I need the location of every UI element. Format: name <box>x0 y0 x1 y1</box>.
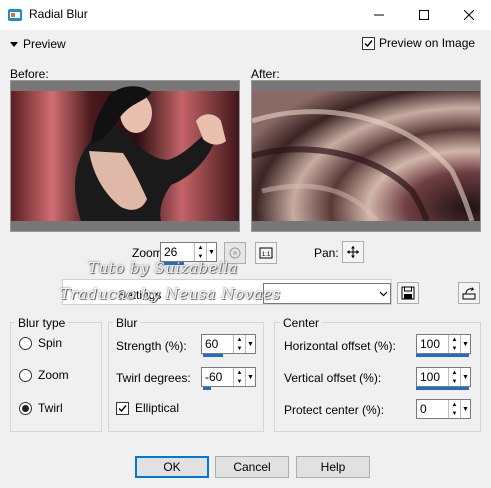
checkbox-box <box>362 36 375 50</box>
before-preview[interactable] <box>10 80 240 232</box>
preset-open-icon <box>462 287 476 300</box>
radio-twirl[interactable]: Twirl <box>19 401 63 415</box>
maximize-button[interactable] <box>401 0 446 30</box>
spin-down-icon[interactable]: ▼ <box>234 344 245 353</box>
caret-down-icon <box>10 41 18 47</box>
strength-value: 60 <box>205 337 219 351</box>
strength-spinbox[interactable]: 60 ▲ ▼ ▼ <box>201 334 256 354</box>
title-bar: Radial Blur <box>0 0 491 30</box>
after-preview <box>251 80 481 232</box>
help-button[interactable]: Help <box>296 456 370 478</box>
pan-move-icon <box>347 246 359 258</box>
h-offset-slider[interactable] <box>416 354 469 357</box>
spin-up-icon[interactable]: ▲ <box>195 243 206 252</box>
eye-icon <box>229 247 241 259</box>
radio-zoom-label: Zoom <box>38 368 69 382</box>
fit-icon: 1:1 <box>259 247 273 259</box>
strength-label: Strength (%): <box>116 339 187 353</box>
radio-spin-label: Spin <box>38 336 63 350</box>
maximize-icon <box>418 10 429 20</box>
checkbox-box <box>116 401 129 415</box>
elliptical-checkbox[interactable]: Elliptical <box>116 401 179 415</box>
radio-zoom[interactable]: Zoom <box>19 368 69 382</box>
twirl-slider[interactable] <box>203 387 211 390</box>
v-offset-slider[interactable] <box>416 387 469 390</box>
spin-up-icon[interactable]: ▲ <box>449 335 460 344</box>
spin-up-icon[interactable]: ▲ <box>449 368 460 377</box>
h-offset-value: 100 <box>420 337 441 351</box>
h-offset-label: Horizontal offset (%): <box>284 339 396 353</box>
window-title: Radial Blur <box>29 7 88 21</box>
twirl-spinbox[interactable]: -60 ▲ ▼ ▼ <box>201 367 256 387</box>
protect-center-control: 0 ▲ ▼ ▼ <box>416 399 471 419</box>
v-offset-spinbox[interactable]: 100 ▲ ▼ ▼ <box>416 367 471 387</box>
protect-center-value: 0 <box>420 402 427 416</box>
check-icon <box>118 404 127 412</box>
save-preset-button[interactable] <box>397 282 419 304</box>
zoom-fit-button[interactable]: 1:1 <box>255 242 277 264</box>
open-preset-button[interactable] <box>458 282 480 304</box>
radio-selected-dot <box>22 404 29 412</box>
radio-twirl-button <box>19 401 32 415</box>
spin-dropdown-icon[interactable]: ▼ <box>460 335 470 353</box>
h-offset-spinbox[interactable]: 100 ▲ ▼ ▼ <box>416 334 471 354</box>
app-icon <box>8 9 22 21</box>
spin-down-icon[interactable]: ▼ <box>449 409 460 418</box>
after-image <box>251 81 480 231</box>
spin-down-icon[interactable]: ▼ <box>449 377 460 386</box>
pan-button[interactable] <box>342 241 364 263</box>
twirl-value: -60 <box>205 370 223 384</box>
preview-toggle[interactable]: Preview <box>10 37 66 51</box>
radio-zoom-button <box>19 368 32 382</box>
radio-spin[interactable]: Spin <box>19 336 62 350</box>
spin-down-icon[interactable]: ▼ <box>234 377 245 386</box>
center-title: Center <box>280 316 323 330</box>
preview-label: Preview <box>23 37 66 51</box>
cancel-button[interactable]: Cancel <box>215 456 289 478</box>
radio-spin-button <box>19 336 32 350</box>
spin-dropdown-icon[interactable]: ▼ <box>460 368 470 386</box>
minimize-button[interactable] <box>356 0 401 30</box>
watermark-line-2: Traducao by Neusa Novaes <box>60 285 281 303</box>
elliptical-label: Elliptical <box>135 401 180 415</box>
strength-control: 60 ▲ ▼ ▼ <box>201 334 256 357</box>
settings-dropdown[interactable] <box>263 283 391 304</box>
minimize-icon <box>373 14 384 16</box>
chevron-down-icon <box>376 284 390 303</box>
spin-down-icon[interactable]: ▼ <box>449 344 460 353</box>
protect-center-label: Protect center (%): <box>284 403 385 417</box>
before-image <box>11 81 239 231</box>
spin-dropdown-icon[interactable]: ▼ <box>245 335 255 353</box>
protect-center-spinbox[interactable]: 0 ▲ ▼ ▼ <box>416 399 471 419</box>
check-icon <box>364 39 373 47</box>
watermark-line-1: Tuto by Suizabella <box>88 259 238 277</box>
blur-title: Blur <box>113 316 141 330</box>
before-label: Before: <box>10 67 49 81</box>
spin-dropdown-icon[interactable]: ▼ <box>460 400 470 418</box>
svg-text:1:1: 1:1 <box>262 252 271 258</box>
twirl-label: Twirl degrees: <box>116 371 191 385</box>
preview-on-image-checkbox[interactable]: Preview on Image <box>362 36 475 50</box>
spin-dropdown-icon[interactable]: ▼ <box>245 368 255 386</box>
ok-button[interactable]: OK <box>135 456 209 478</box>
h-offset-control: 100 ▲ ▼ ▼ <box>416 334 471 357</box>
spin-up-icon[interactable]: ▲ <box>234 335 245 344</box>
strength-slider[interactable] <box>203 354 223 357</box>
spin-up-icon[interactable]: ▲ <box>234 368 245 377</box>
save-icon <box>401 286 415 300</box>
spin-up-icon[interactable]: ▲ <box>449 400 460 409</box>
preview-on-image-label: Preview on Image <box>379 36 476 50</box>
radio-twirl-label: Twirl <box>38 401 63 415</box>
after-label: After: <box>251 67 280 81</box>
twirl-control: -60 ▲ ▼ ▼ <box>201 367 256 390</box>
pan-label: Pan: <box>314 246 339 260</box>
close-button[interactable] <box>446 0 491 30</box>
v-offset-label: Vertical offset (%): <box>284 371 382 385</box>
blur-type-title: Blur type <box>15 316 69 330</box>
close-icon <box>463 10 474 20</box>
v-offset-control: 100 ▲ ▼ ▼ <box>416 367 471 390</box>
v-offset-value: 100 <box>420 370 441 384</box>
